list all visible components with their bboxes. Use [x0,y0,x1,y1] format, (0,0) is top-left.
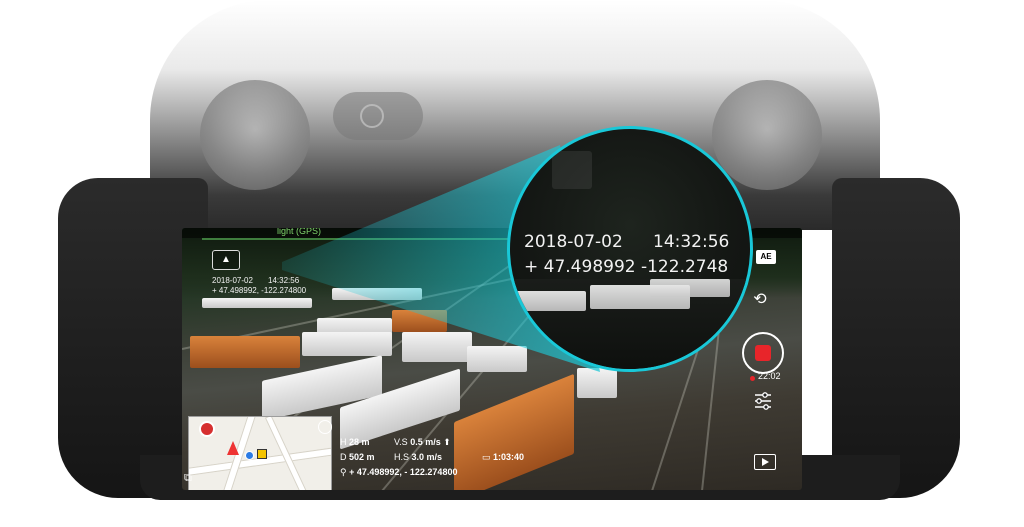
container [650,279,730,297]
magnified-feed [510,279,750,369]
container [516,291,586,311]
magnified-time: 14:32:56 [653,232,730,252]
magnifier-lens: 2018-07-02 14:32:56 + 47.498992 -122.274… [507,126,753,372]
magnified-coordinates: + 47.498992 -122.2748 [524,257,729,277]
magnified-mode-icon [552,151,592,189]
magnified-date: 2018-07-02 [524,232,623,252]
